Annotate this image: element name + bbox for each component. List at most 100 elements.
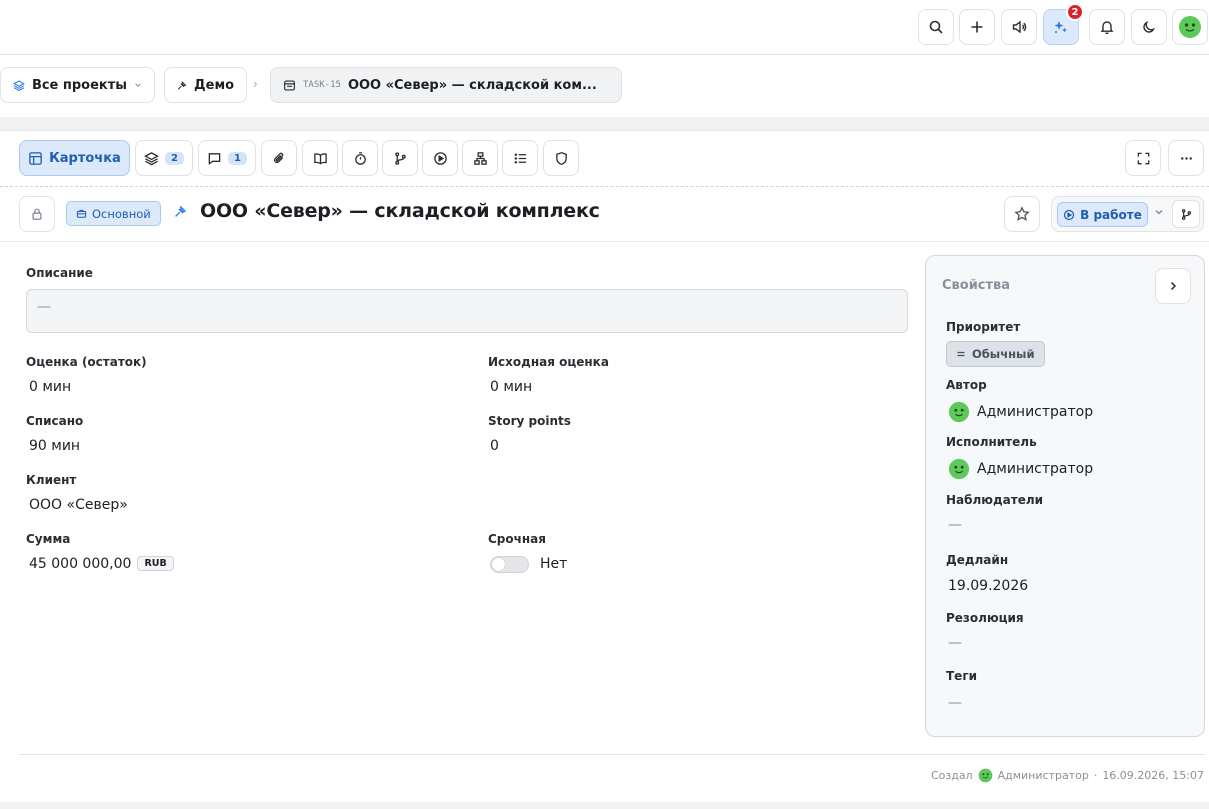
description-label: Описание — [26, 266, 93, 280]
tab-time-tracking[interactable] — [342, 140, 378, 176]
more-button[interactable] — [1168, 140, 1204, 176]
client-value[interactable]: ООО «Север» — [29, 497, 128, 513]
notifications-button[interactable] — [1089, 9, 1125, 45]
amount-value: 45 000 000,00 — [29, 556, 132, 572]
logged-value[interactable]: 90 мин — [29, 438, 80, 454]
properties-title: Свойства — [942, 278, 1011, 293]
currency-badge: RUB — [137, 556, 174, 571]
fullscreen-button[interactable] — [1125, 140, 1161, 176]
layout-icon — [29, 151, 42, 165]
star-icon — [1014, 206, 1030, 221]
create-button[interactable] — [959, 9, 995, 45]
urgent-toggle[interactable] — [490, 556, 529, 573]
search-button[interactable] — [918, 9, 954, 45]
created-at: 16.09.2026, 15:07 — [1102, 769, 1204, 782]
status-dropdown[interactable]: В работе — [1057, 202, 1148, 227]
chevron-down-icon[interactable] — [1154, 207, 1164, 217]
hierarchy-icon — [473, 151, 487, 165]
moon-icon — [1143, 20, 1156, 33]
author-name: Администратор — [977, 404, 1094, 420]
estimate-left-label: Оценка (остаток) — [26, 355, 147, 369]
project-crumb[interactable]: Демо — [164, 67, 247, 103]
plus-icon — [971, 21, 983, 33]
task-crumb[interactable]: TASK-15 ООО «Север» — складской ком... — [270, 67, 622, 103]
properties-panel: Свойства Приоритет Обычный Автор Админис… — [925, 255, 1205, 737]
tab-bar: Карточка 2 1 — [0, 131, 1209, 187]
ai-assistant-button[interactable]: 2 — [1043, 3, 1084, 45]
resolution-value[interactable]: — — [948, 635, 962, 651]
tab-wiki[interactable] — [302, 140, 338, 176]
comments-count: 1 — [228, 151, 247, 165]
amount-field[interactable]: 45 000 000,00 RUB — [29, 556, 174, 572]
theme-toggle-button[interactable] — [1131, 9, 1167, 45]
equals-icon — [957, 351, 965, 357]
avatar — [948, 458, 970, 480]
tab-comments[interactable]: 1 — [198, 140, 256, 176]
tags-value[interactable]: — — [948, 695, 962, 711]
avatar — [1179, 16, 1201, 38]
pin-icon — [177, 80, 187, 90]
resolution-label: Резолюция — [946, 611, 1024, 625]
expand-icon — [1137, 152, 1149, 164]
task-type-badge[interactable]: Основной — [66, 201, 161, 226]
story-points-label: Story points — [488, 414, 571, 428]
user-menu-button[interactable] — [1172, 9, 1208, 45]
book-icon — [313, 152, 327, 164]
watchers-value[interactable]: — — [948, 517, 962, 533]
created-by[interactable]: Администратор — [998, 769, 1089, 782]
tab-card[interactable]: Карточка — [19, 140, 130, 176]
shield-icon — [555, 151, 567, 165]
tab-subtasks[interactable]: 2 — [135, 140, 193, 176]
tags-label: Теги — [946, 669, 978, 683]
task-card-icon — [284, 79, 295, 91]
tab-git[interactable] — [382, 140, 418, 176]
favorite-button[interactable] — [1004, 196, 1040, 232]
description-field[interactable]: — — [26, 289, 908, 333]
estimate-left-value[interactable]: 0 мин — [29, 379, 71, 395]
all-projects-dropdown[interactable]: Все проекты — [0, 67, 155, 103]
list-icon — [514, 153, 526, 163]
tab-permissions[interactable] — [543, 140, 579, 176]
assignee-value[interactable]: Администратор — [948, 458, 1093, 480]
created-info: Создал Администратор · 16.09.2026, 15:07 — [931, 768, 1204, 783]
project-label: Демо — [194, 77, 234, 93]
avatar — [978, 768, 992, 783]
tab-attachments[interactable] — [261, 140, 297, 176]
stopwatch-icon — [354, 151, 366, 165]
task-type-label: Основной — [92, 206, 151, 221]
logged-label: Списано — [26, 414, 84, 428]
original-estimate-label: Исходная оценка — [488, 355, 609, 369]
branch-button[interactable] — [1172, 200, 1200, 228]
chevron-right-icon — [1170, 281, 1177, 291]
collapse-properties-button[interactable] — [1155, 268, 1191, 304]
urgent-value: Нет — [540, 556, 568, 572]
status-label: В работе — [1080, 207, 1142, 222]
more-horizontal-icon — [1180, 156, 1192, 160]
deadline-value[interactable]: 19.09.2026 — [948, 578, 1028, 594]
deadline-label: Дедлайн — [946, 553, 1009, 567]
assignee-label: Исполнитель — [946, 435, 1037, 449]
task-header: Основной ООО «Север» — складской комплек… — [0, 187, 1209, 242]
tab-checklist[interactable] — [502, 140, 538, 176]
page-title[interactable]: ООО «Север» — складской комплекс — [200, 200, 600, 222]
announcements-button[interactable] — [1001, 9, 1037, 45]
layers-icon — [144, 151, 159, 165]
original-estimate-value[interactable]: 0 мин — [490, 379, 532, 395]
lock-button[interactable] — [19, 196, 55, 232]
tab-runs[interactable] — [422, 140, 458, 176]
client-label: Клиент — [26, 473, 77, 487]
priority-badge[interactable]: Обычный — [946, 341, 1045, 367]
play-circle-icon — [1064, 209, 1075, 220]
tab-hierarchy[interactable] — [462, 140, 498, 176]
paperclip-icon — [273, 152, 283, 163]
story-points-value[interactable]: 0 — [490, 438, 499, 454]
search-icon — [929, 20, 943, 34]
bell-icon — [1100, 21, 1114, 35]
author-value[interactable]: Администратор — [948, 401, 1093, 423]
chevron-right-icon: › — [253, 77, 258, 91]
tab-card-label: Карточка — [49, 150, 121, 166]
footer-divider — [19, 754, 1205, 755]
amount-label: Сумма — [26, 532, 71, 546]
briefcase-icon — [76, 209, 87, 218]
separator: · — [1093, 769, 1098, 782]
